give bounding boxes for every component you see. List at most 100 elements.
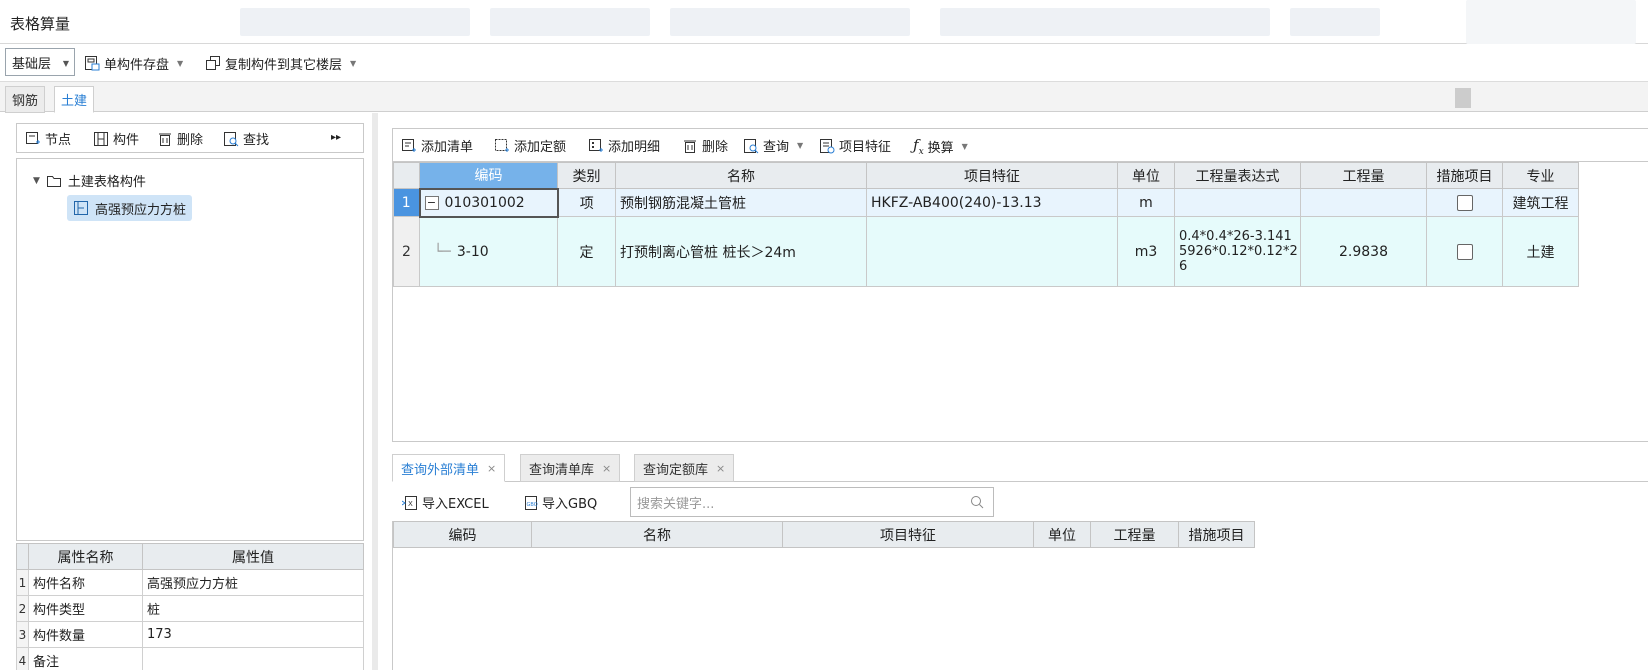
query-icon	[744, 138, 759, 153]
blurred-background	[240, 8, 470, 36]
delete-button[interactable]: 删除	[157, 129, 203, 148]
profession-cell[interactable]: 建筑工程	[1502, 188, 1579, 217]
item-feature-button[interactable]: 项目特征	[819, 136, 891, 155]
category-cell[interactable]: 项	[557, 188, 616, 217]
measure-header[interactable]: 措施项目	[1426, 162, 1503, 189]
tab-rebar[interactable]: 钢筋	[5, 86, 46, 113]
search-icon	[224, 131, 239, 146]
search-placeholder: 搜索关键字...	[637, 496, 715, 512]
name-header[interactable]: 名称	[531, 521, 783, 548]
quantity-header[interactable]: 工程量	[1300, 162, 1427, 189]
double-chevron-right-icon: ▸▸	[331, 132, 342, 143]
measure-checkbox[interactable]	[1456, 194, 1473, 211]
blurred-background	[490, 8, 650, 36]
chevron-down-icon: ▼	[961, 142, 968, 151]
tab-quota-library[interactable]: 查询定额库 ×	[634, 454, 735, 482]
property-value[interactable]: 173	[142, 621, 364, 648]
close-icon[interactable]: ×	[716, 462, 725, 475]
close-icon[interactable]: ×	[487, 462, 496, 475]
close-icon[interactable]: ×	[602, 462, 611, 475]
property-row[interactable]: 1 构件名称 高强预应力方桩	[16, 569, 364, 596]
function-icon: ƒx	[913, 136, 924, 157]
profession-header[interactable]: 专业	[1502, 162, 1579, 189]
property-value[interactable]: 桩	[142, 595, 364, 622]
tab-civil-label: 土建	[61, 94, 88, 109]
tab-external-list[interactable]: 查询外部清单 ×	[392, 454, 506, 482]
import-excel-button[interactable]: X 导入EXCEL	[402, 493, 489, 512]
code-header[interactable]: 编码	[393, 521, 532, 548]
tree-item-pile[interactable]: 高强预应力方桩	[67, 195, 193, 221]
unit-header[interactable]: 单位	[1033, 521, 1091, 548]
search-input[interactable]: 搜索关键字...	[630, 487, 994, 517]
feature-cell[interactable]	[866, 216, 1118, 287]
feature-header[interactable]: 项目特征	[782, 521, 1034, 548]
tab-list-library[interactable]: 查询清单库 ×	[520, 454, 621, 482]
property-value[interactable]	[142, 647, 364, 670]
tab-civil[interactable]: 土建	[54, 86, 95, 113]
property-header-row: 属性名称 属性值	[16, 543, 364, 570]
chevron-down-icon: ▼	[350, 58, 357, 68]
code-header[interactable]: 编码	[419, 162, 558, 189]
row-index: 2	[16, 595, 29, 622]
delete-label: 删除	[177, 133, 204, 148]
svg-text:X: X	[408, 500, 413, 508]
external-list-grid: 编码 名称 项目特征 单位 工程量 措施项目	[392, 521, 1648, 670]
name-header[interactable]: 名称	[615, 162, 867, 189]
floor-select[interactable]: 基础层 ▼	[5, 48, 75, 76]
import-toolbar: X 导入EXCEL GBQ 导入GBQ 搜索关键字...	[392, 484, 1648, 520]
panel-splitter[interactable]	[372, 113, 378, 670]
save-component-button[interactable]: 单构件存盘 ▼	[84, 50, 183, 76]
table-row[interactable]: 1 −010301002 项 预制钢筋混凝土管桩 HKFZ-AB400(240)…	[393, 187, 1579, 218]
copy-component-label: 复制构件到其它楼层	[225, 57, 343, 73]
profession-cell[interactable]: 土建	[1502, 216, 1579, 287]
property-row[interactable]: 3 构件数量 173	[16, 621, 364, 648]
convert-label: 换算	[927, 141, 954, 156]
category-header[interactable]: 类别	[557, 162, 616, 189]
query-button[interactable]: 查询 ▼	[743, 136, 803, 155]
unit-header[interactable]: 单位	[1117, 162, 1175, 189]
unit-cell[interactable]: m3	[1117, 216, 1175, 287]
tab-list-library-label: 查询清单库	[529, 462, 595, 478]
table-row[interactable]: 2 └─ 3-10 定 打预制离心管桩 桩长＞24m m3 0.4*0.4*26-…	[393, 216, 1579, 287]
add-detail-button[interactable]: 添加明细	[588, 136, 660, 155]
add-quota-button[interactable]: 添加定额	[494, 136, 566, 155]
code-cell[interactable]: −010301002	[418, 187, 559, 218]
blurred-background	[1455, 88, 1471, 108]
add-quota-icon	[495, 138, 509, 152]
convert-button[interactable]: ƒx 换算 ▼	[913, 136, 968, 157]
row-number: 1	[393, 188, 420, 217]
measure-cell[interactable]	[1426, 216, 1503, 287]
import-gbq-button[interactable]: GBQ 导入GBQ	[522, 493, 597, 512]
property-value[interactable]: 高强预应力方桩	[142, 569, 364, 596]
quantity-cell	[1300, 188, 1427, 217]
add-list-button[interactable]: 添加清单	[401, 136, 473, 155]
feature-header[interactable]: 项目特征	[866, 162, 1118, 189]
measure-checkbox[interactable]	[1456, 243, 1473, 260]
property-row[interactable]: 4 备注	[16, 647, 364, 670]
property-row[interactable]: 2 构件类型 桩	[16, 595, 364, 622]
expand-toolbar-button[interactable]: ▸▸	[331, 132, 341, 143]
component-button[interactable]: 构件	[93, 129, 139, 148]
expression-header[interactable]: 工程量表达式	[1174, 162, 1301, 189]
chevron-down-icon: ▼	[797, 141, 804, 150]
collapse-icon[interactable]: −	[424, 195, 439, 210]
feature-cell[interactable]: HKFZ-AB400(240)-13.13	[866, 188, 1118, 217]
expression-cell[interactable]	[1174, 188, 1301, 217]
measure-cell[interactable]	[1426, 188, 1503, 217]
unit-cell[interactable]: m	[1117, 188, 1175, 217]
code-cell[interactable]: └─ 3-10	[419, 216, 558, 287]
main-toolbar: 基础层 ▼ 单构件存盘 ▼ 复制构件到其它楼层 ▼	[0, 44, 1648, 82]
tree-root-item[interactable]: ▼ 土建表格构件	[33, 171, 146, 190]
search-icon[interactable]	[969, 494, 985, 510]
delete-row-button[interactable]: 删除	[682, 136, 728, 155]
find-button[interactable]: 查找	[223, 129, 269, 148]
expression-cell[interactable]: 0.4*0.4*26-3.1415926*0.12*0.12*26	[1174, 216, 1301, 287]
node-button[interactable]: 节点	[25, 129, 71, 148]
name-cell[interactable]: 打预制离心管桩 桩长＞24m	[615, 216, 867, 287]
property-name: 构件名称	[28, 569, 143, 596]
copy-component-button[interactable]: 复制构件到其它楼层 ▼	[205, 50, 356, 76]
name-cell[interactable]: 预制钢筋混凝土管桩	[615, 188, 867, 217]
quantity-header[interactable]: 工程量	[1090, 521, 1179, 548]
measure-header[interactable]: 措施项目	[1178, 521, 1255, 548]
category-cell[interactable]: 定	[557, 216, 616, 287]
